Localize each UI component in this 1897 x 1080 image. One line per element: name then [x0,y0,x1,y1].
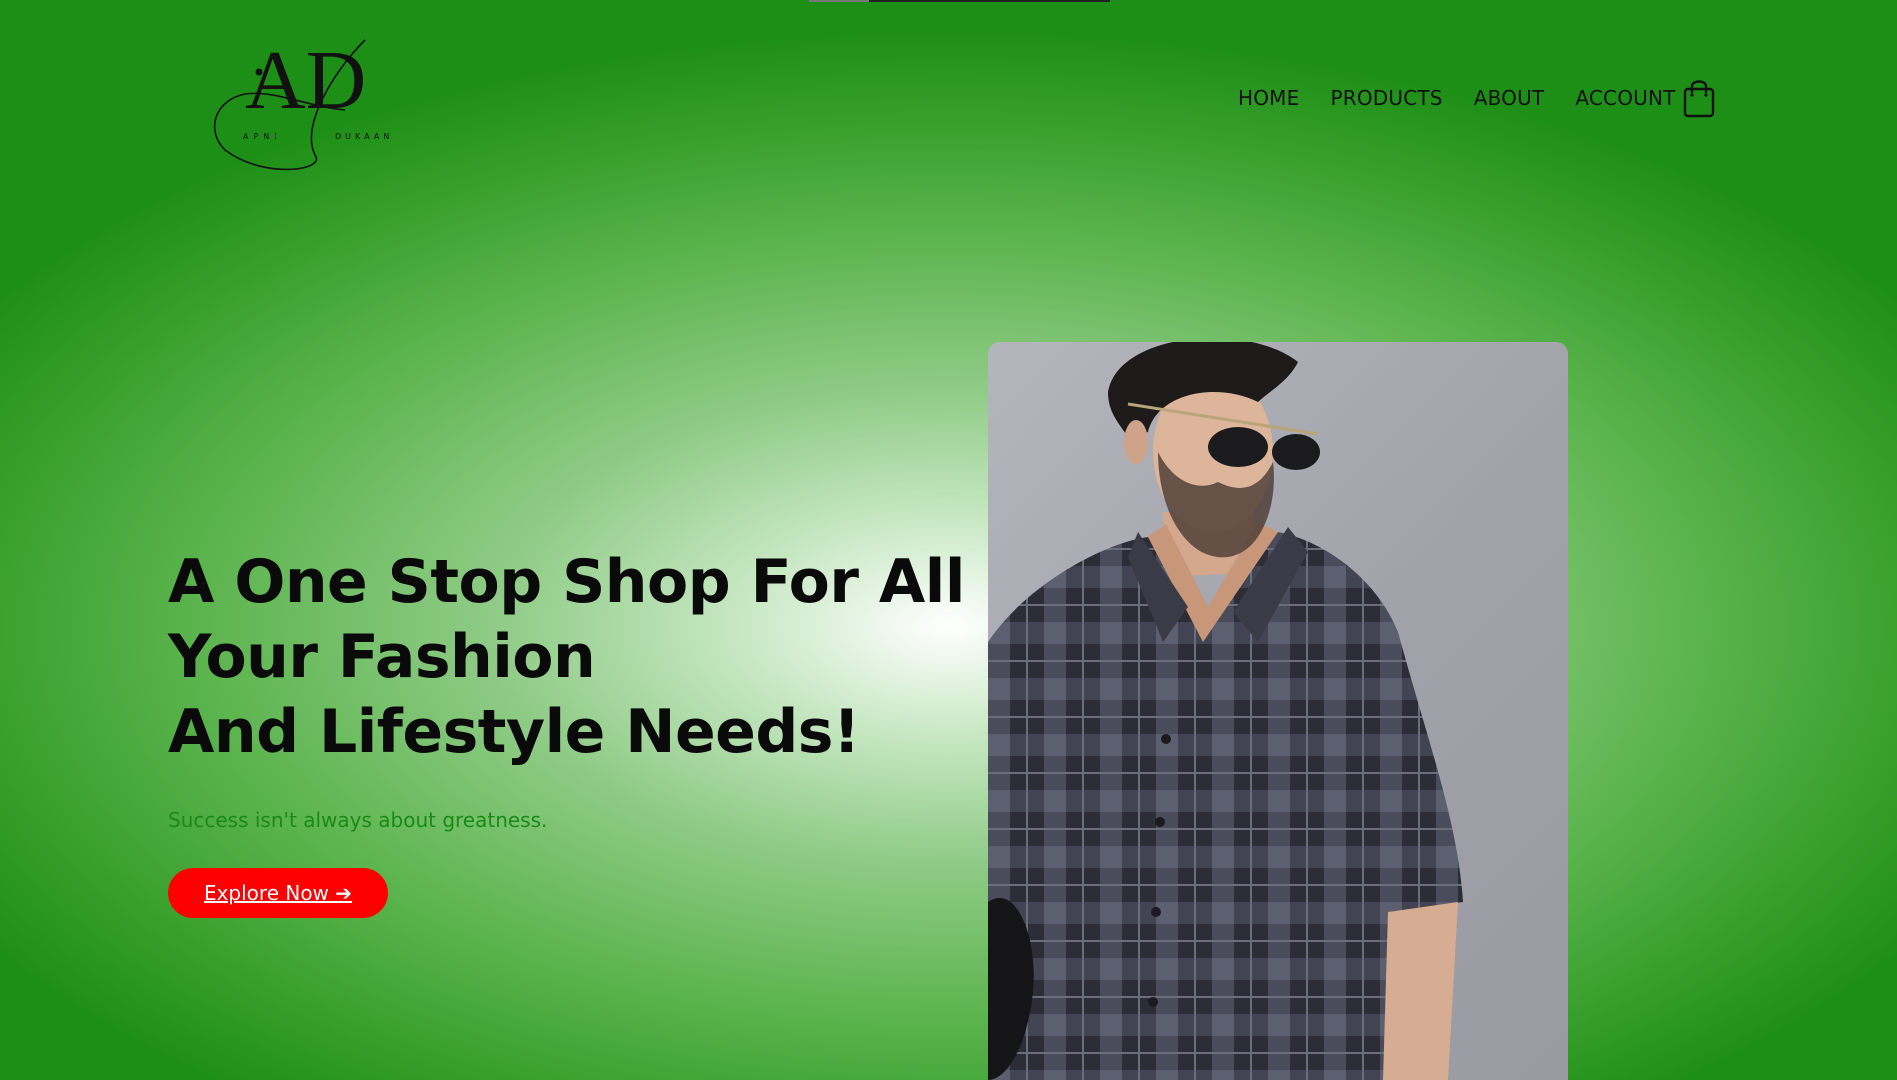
hero-text-block: A One Stop Shop For All Your Fashion And… [168,545,968,832]
logo-monogram: AD [245,34,366,127]
logo-left-word: APNI [243,132,282,141]
nav-products-link[interactable]: PRODUCTS [1330,86,1442,110]
main-nav: HOME PRODUCTS ABOUT ACCOUNT [1238,86,1676,110]
cart-button[interactable] [1683,78,1715,118]
hero-model-image [988,342,1568,1080]
logo-mark: AD APNI DUKAAN [213,34,393,171]
nav-account-link[interactable]: ACCOUNT [1575,86,1675,110]
hero-title-line: A One Stop Shop For All [168,547,965,617]
hero-tagline: Success isn't always about greatness. [168,808,548,832]
nav-home-link[interactable]: HOME [1238,86,1299,110]
logo-right-word: DUKAAN [335,132,393,141]
hero-title-line: And Lifestyle Needs! [168,697,860,767]
brand-logo[interactable]: AD APNI DUKAAN [205,30,410,172]
model-illustration [988,342,1463,1080]
explore-now-button[interactable]: Explore Now ➔ [168,868,388,918]
shopping-bag-icon [1683,80,1715,118]
navbar: AD APNI DUKAAN HOME PRODUCTS ABOUT ACCOU… [0,0,1897,180]
hero-title: A One Stop Shop For All Your Fashion And… [168,545,968,770]
hero-title-line: Your Fashion [168,622,596,692]
nav-about-link[interactable]: ABOUT [1474,86,1545,110]
